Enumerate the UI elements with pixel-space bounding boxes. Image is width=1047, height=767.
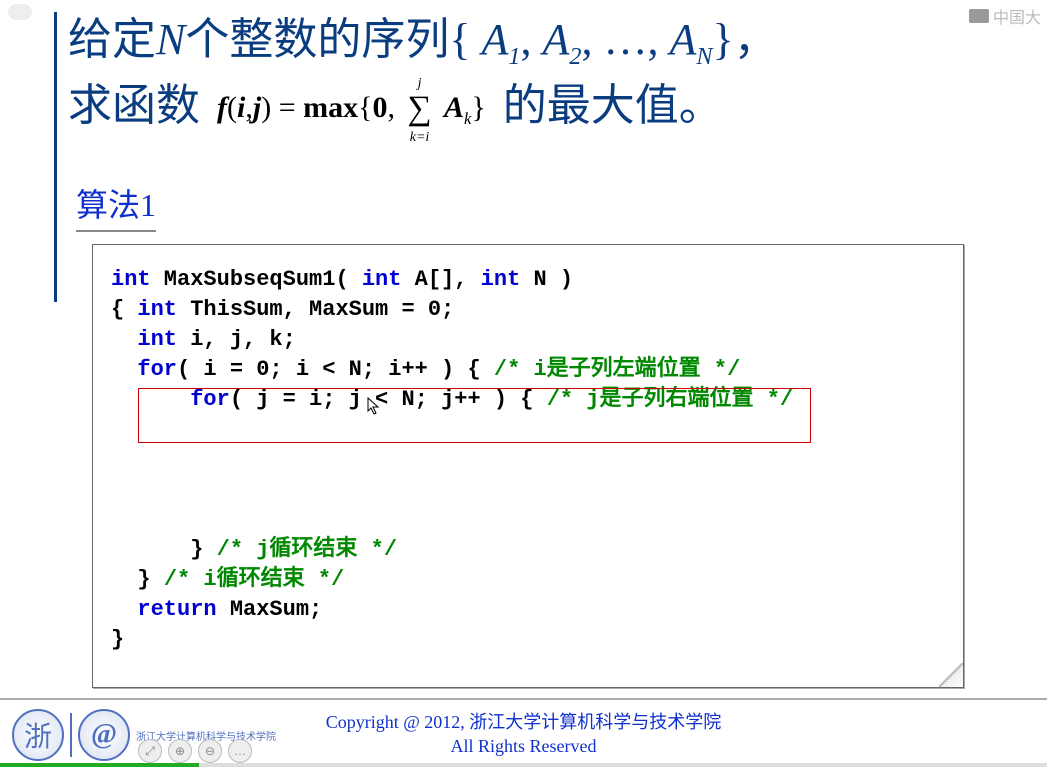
zoom-in-button[interactable]: ⊕	[168, 739, 192, 763]
code-content: int MaxSubseqSum1( int A[], int N ) { in…	[111, 265, 793, 655]
progress-bar[interactable]	[0, 763, 1047, 767]
code-box: int MaxSubseqSum1( int A[], int N ) { in…	[92, 244, 964, 688]
section-heading: 算法1	[76, 180, 156, 232]
page-curl	[939, 663, 963, 687]
footer-divider	[0, 698, 1047, 700]
slide-title: 给定N个整数的序列{ A1, A2, …, AN}， 求函数 f(i,j) = …	[68, 8, 988, 142]
university-seal: 浙	[12, 709, 64, 761]
at-logo: @	[78, 709, 130, 761]
progress-fill	[0, 763, 199, 767]
fullscreen-button[interactable]: ⤢	[138, 739, 162, 763]
title-bar	[54, 12, 57, 302]
cloud-icon	[8, 4, 32, 20]
more-button[interactable]: …	[228, 739, 252, 763]
logo-separator	[70, 713, 72, 757]
player-controls: ⤢ ⊕ ⊖ …	[138, 739, 252, 763]
watermark-text: 中国大	[993, 4, 1041, 28]
zoom-out-button[interactable]: ⊖	[198, 739, 222, 763]
formula: f(i,j) = max{0, j∑k=i Ak}	[217, 78, 486, 142]
